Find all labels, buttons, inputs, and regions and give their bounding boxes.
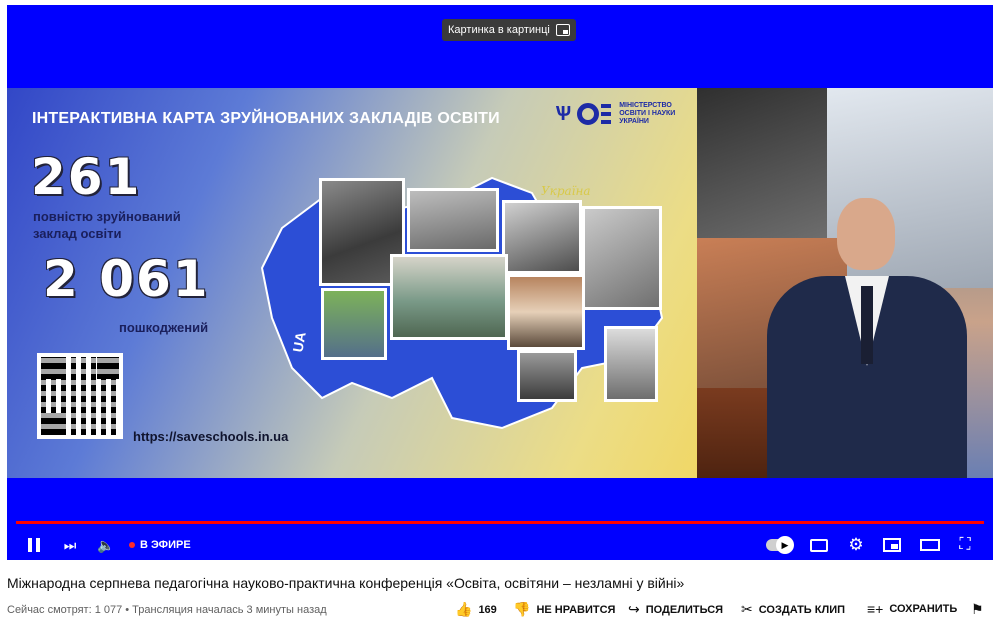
dislike-label: НЕ НРАВИТСЯ bbox=[536, 603, 616, 616]
playlist-add-icon: ≡+ bbox=[867, 601, 884, 617]
save-label: СОХРАНИТЬ bbox=[889, 603, 958, 615]
next-button[interactable]: ⏭ bbox=[59, 533, 81, 557]
video-title: Міжнародна серпнева педагогічна науково-… bbox=[7, 575, 685, 591]
fullscreen-icon: ⛶ bbox=[959, 536, 971, 553]
trident-icon: Ѱ bbox=[555, 102, 572, 125]
like-button[interactable]: 👍 169 bbox=[455, 601, 497, 618]
photo-ruins bbox=[407, 188, 499, 252]
damaged-count: 2 061 bbox=[43, 250, 210, 308]
share-button[interactable]: ↪ ПОДЕЛИТЬСЯ bbox=[628, 601, 723, 618]
pip-icon bbox=[555, 24, 570, 36]
settings-button[interactable]: ⚙ bbox=[845, 533, 867, 557]
theater-mode-icon bbox=[920, 539, 940, 551]
presentation-slide: ІНТЕРАКТИВНА КАРТА ЗРУЙНОВАНИХ ЗАКЛАДІВ … bbox=[7, 88, 697, 478]
clip-button[interactable]: ✂ СОЗДАТЬ КЛИП bbox=[741, 601, 845, 618]
live-dot-icon bbox=[129, 542, 135, 548]
speaker-camera bbox=[697, 88, 993, 478]
slide-title: ІНТЕРАКТИВНА КАРТА ЗРУЙНОВАНИХ ЗАКЛАДІВ … bbox=[32, 110, 500, 127]
pip-tooltip: Картинка в картинці bbox=[442, 19, 576, 41]
autoplay-toggle[interactable]: ▶ bbox=[765, 533, 794, 557]
damaged-caption: пошкоджений bbox=[119, 320, 209, 335]
progress-bar[interactable] bbox=[16, 521, 984, 524]
miniplayer-icon bbox=[883, 538, 901, 552]
share-icon: ↪ bbox=[628, 601, 640, 617]
subtitles-button[interactable] bbox=[808, 533, 830, 557]
theater-mode-button[interactable] bbox=[918, 533, 942, 557]
volume-button[interactable]: 🔈 bbox=[95, 533, 117, 557]
live-indicator[interactable]: В ЭФИРЕ bbox=[129, 533, 191, 557]
photo-street bbox=[604, 326, 658, 402]
ukraina-label: Україна bbox=[541, 184, 591, 198]
dislike-button[interactable]: 👎 НЕ НРАВИТСЯ bbox=[513, 601, 615, 618]
scissors-icon: ✂ bbox=[741, 601, 753, 617]
flag-icon: ⚑ bbox=[971, 601, 984, 617]
next-icon: ⏭ bbox=[63, 536, 77, 553]
pause-button[interactable] bbox=[23, 533, 45, 557]
live-label: В ЭФИРЕ bbox=[140, 539, 191, 551]
video-frame[interactable]: ІНТЕРАКТИВНА КАРТА ЗРУЙНОВАНИХ ЗАКЛАДІВ … bbox=[7, 88, 993, 478]
share-label: ПОДЕЛИТЬСЯ bbox=[645, 603, 724, 616]
miniplayer-button[interactable] bbox=[881, 533, 903, 557]
like-count: 169 bbox=[478, 603, 497, 616]
photo-building bbox=[517, 350, 577, 402]
video-meta: Сейчас смотрят: 1 077 • Трансляция начал… bbox=[7, 604, 327, 616]
save-button[interactable]: ≡+ СОХРАНИТЬ bbox=[867, 601, 957, 617]
autoplay-toggle-icon: ▶ bbox=[776, 536, 794, 554]
settings-gear-icon: ⚙ bbox=[848, 535, 864, 554]
photo-damaged-room bbox=[502, 200, 582, 274]
photo-students bbox=[507, 274, 585, 350]
report-button[interactable]: ⚑ bbox=[971, 601, 984, 618]
speaker bbox=[767, 198, 967, 478]
volume-icon: 🔈 bbox=[97, 536, 115, 553]
subtitles-icon bbox=[810, 538, 828, 552]
ministry-text: МІНІСТЕРСТВО ОСВІТИ І НАУКИ УКРАЇНИ bbox=[619, 102, 676, 125]
pip-tooltip-label: Картинка в картинці bbox=[448, 24, 550, 36]
destroyed-caption: повністю зруйнований заклад освіти bbox=[33, 209, 181, 241]
photo-children bbox=[321, 288, 387, 360]
photo-classroom bbox=[390, 254, 508, 340]
qr-code bbox=[37, 353, 123, 439]
photo-debris bbox=[582, 206, 662, 310]
clip-label: СОЗДАТЬ КЛИП bbox=[758, 603, 846, 616]
thumbs-up-icon: 👍 bbox=[455, 601, 473, 617]
pause-icon bbox=[28, 538, 32, 552]
player-controls: ⏭ 🔈 В ЭФИРЕ ▶ ⚙ ⛶ bbox=[7, 530, 993, 560]
fullscreen-button[interactable]: ⛶ bbox=[954, 533, 976, 557]
thumbs-down-icon: 👎 bbox=[513, 601, 531, 617]
destroyed-count: 261 bbox=[31, 148, 142, 206]
ministry-logo: Ѱ МІНІСТЕРСТВО ОСВІТИ І НАУКИ УКРАЇНИ bbox=[555, 102, 697, 126]
mon-logo-icon bbox=[577, 103, 613, 125]
video-player[interactable]: Картинка в картинці ІНТЕРАКТИВНА КАРТА З… bbox=[7, 5, 993, 560]
